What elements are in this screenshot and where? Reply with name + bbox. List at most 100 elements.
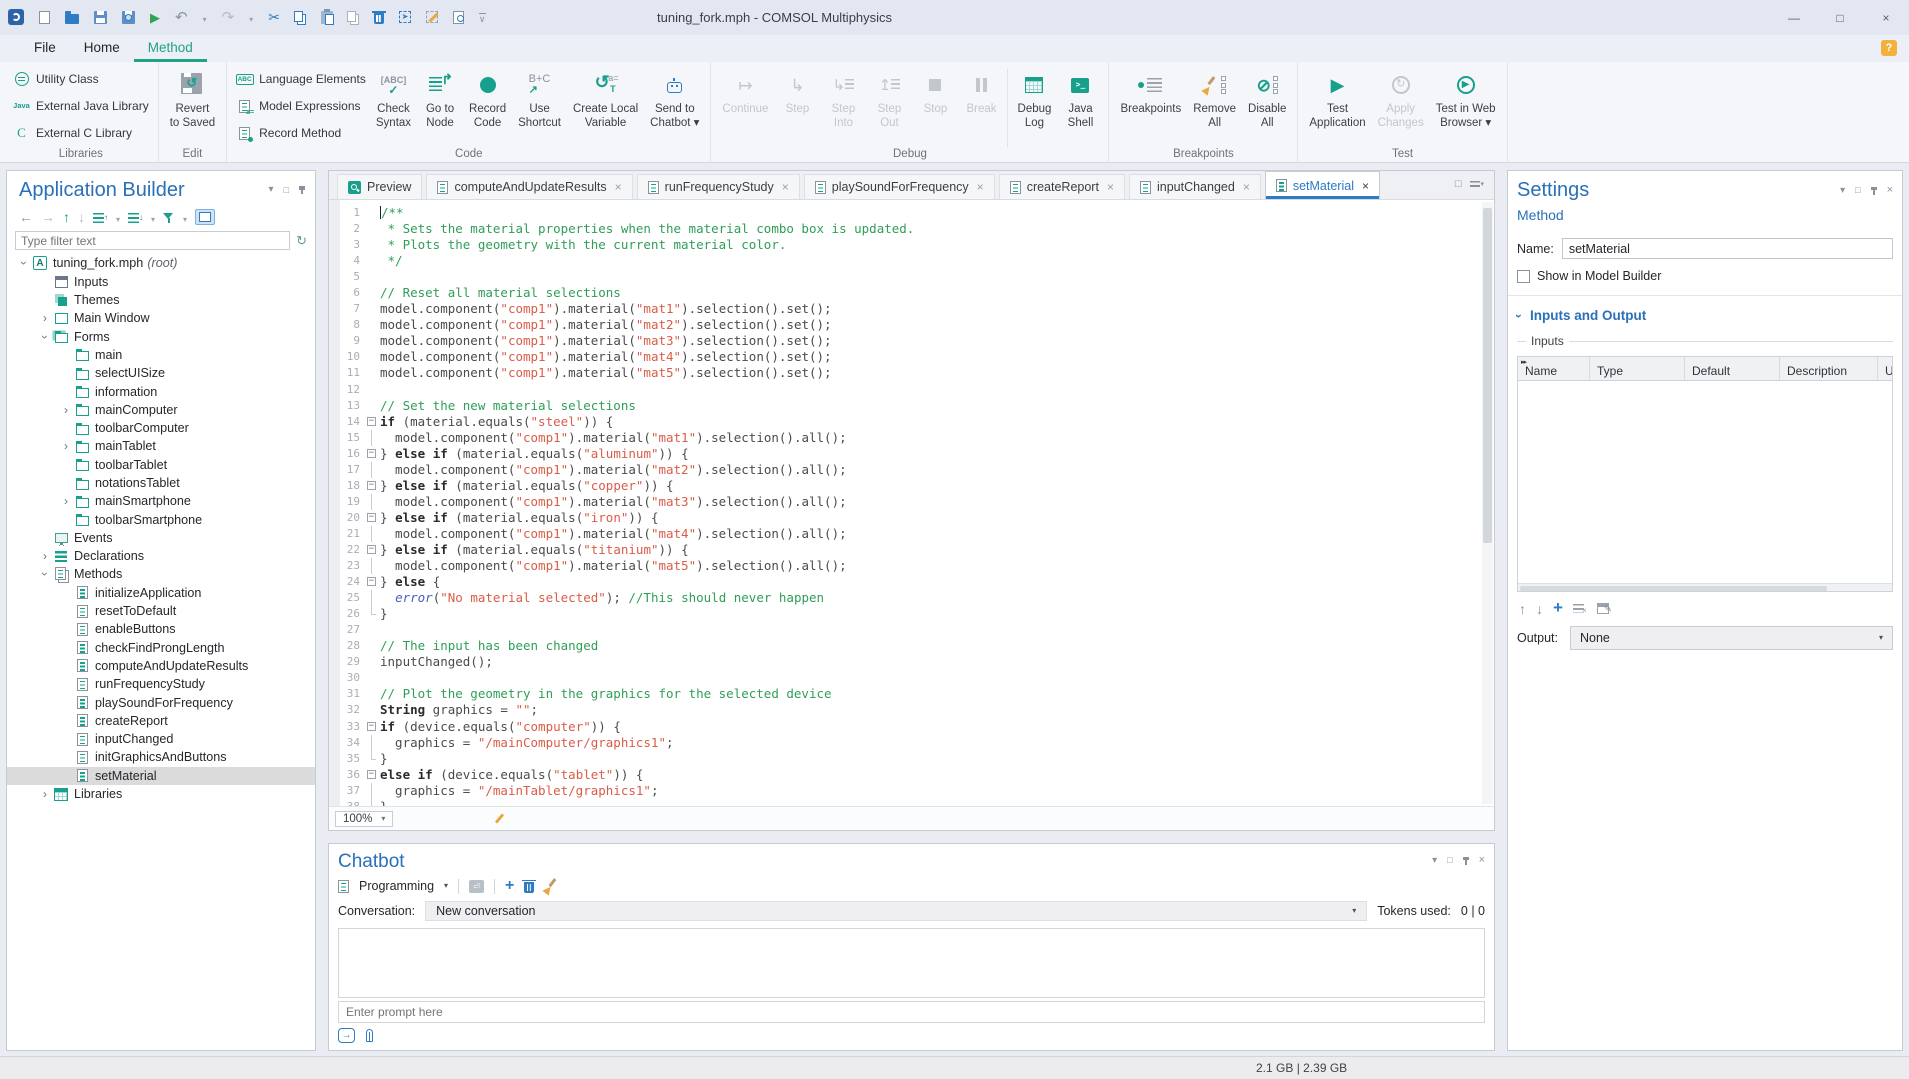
ribbon-tab-method[interactable]: Method [134, 35, 207, 62]
tree-item-inputs[interactable]: Inputs [7, 273, 315, 291]
utility-class-button[interactable]: Utility Class [13, 67, 149, 91]
close-tab-icon[interactable]: × [977, 180, 984, 194]
chatbot-mode-value[interactable]: Programming [359, 879, 434, 893]
editor-tab-list-icon[interactable]: ▾ [1470, 179, 1484, 190]
float-panel-icon[interactable]: □ [1447, 856, 1452, 865]
breakpoints-button[interactable]: Breakpoints [1114, 65, 1187, 147]
show-in-model-builder-checkbox[interactable] [1517, 270, 1530, 283]
close-tab-icon[interactable]: × [1243, 180, 1250, 194]
collapse-ribbon-icon[interactable]: ∨ [479, 9, 486, 27]
float-panel-icon[interactable]: □ [284, 186, 289, 195]
tree-item-themes[interactable]: Themes [7, 291, 315, 309]
tree-expander-icon[interactable]: › [59, 403, 73, 417]
record-method-button[interactable]: Record Method [236, 121, 366, 145]
table-header-description[interactable]: Description [1780, 357, 1878, 380]
move-down-icon[interactable]: ↓ [1536, 602, 1543, 616]
model-toggle-icon[interactable] [195, 208, 215, 225]
check-syntax-button[interactable]: [ABC]✓CheckSyntax [370, 65, 417, 147]
tree-item-checkfindpronglength[interactable]: checkFindProngLength [7, 639, 315, 657]
panel-menu-icon[interactable]: ▾ [1432, 856, 1437, 866]
tree-item-enablebuttons[interactable]: enableButtons [7, 620, 315, 638]
panel-menu-icon[interactable]: ▾ [269, 185, 274, 195]
breakpoint-margin[interactable] [329, 200, 340, 806]
tree-expander-icon[interactable]: › [38, 330, 52, 344]
goto-node-button[interactable]: ↱Go toNode [417, 65, 463, 147]
tree-item-notationstablet[interactable]: notationsTablet [7, 474, 315, 492]
model-expressions-button[interactable]: a=Model Expressions [236, 94, 366, 118]
output-dropdown[interactable]: None ▾ [1570, 626, 1893, 650]
clear-selection-icon[interactable] [426, 9, 438, 27]
duplicate-icon[interactable] [348, 9, 359, 27]
editor-tab-runfrequencystudy[interactable]: runFrequencyStudy× [637, 174, 800, 199]
close-tab-icon[interactable]: × [782, 180, 789, 194]
undo-icon[interactable]: ↶ [175, 9, 188, 27]
run-icon[interactable]: ▶ [150, 9, 160, 27]
delete-icon[interactable] [374, 9, 384, 27]
disable-all-button[interactable]: ⊘DisableAll [1242, 65, 1292, 147]
table-header-default[interactable]: Default [1685, 357, 1780, 380]
minimize-button[interactable]: — [1771, 0, 1817, 35]
move-up-icon[interactable]: ↑ [63, 209, 70, 225]
float-panel-icon[interactable]: □ [1855, 186, 1860, 195]
editor-vertical-scrollbar[interactable] [1482, 202, 1493, 804]
forward-icon[interactable]: → [41, 209, 55, 225]
save-search-icon[interactable] [122, 9, 135, 27]
tree-expander-icon[interactable]: › [38, 567, 52, 581]
save-icon[interactable] [94, 9, 107, 27]
drop-icon[interactable]: ▾ [183, 209, 187, 225]
send-code-to-chatbot-icon[interactable]: ⏎ [469, 880, 484, 893]
ribbon-tab-file[interactable]: File [20, 35, 70, 62]
tree-item-computeandupdateresults[interactable]: computeAndUpdateResults [7, 657, 315, 675]
tree-expander-icon[interactable]: › [59, 439, 73, 453]
back-icon[interactable]: ← [19, 209, 33, 225]
tree-item-main-window[interactable]: ›Main Window [7, 309, 315, 327]
tree-item-libraries[interactable]: ›Libraries [7, 785, 315, 803]
clear-conversation-icon[interactable] [544, 879, 558, 894]
close-tab-icon[interactable]: × [1107, 180, 1114, 194]
move-down-icon[interactable]: ↓ [78, 209, 85, 225]
c-library-button[interactable]: CExternal C Library [13, 121, 149, 145]
editor-zoom-dropdown[interactable]: 100% ▾ [335, 811, 393, 827]
cut-icon[interactable]: ✂ [268, 9, 280, 27]
refresh-filter-icon[interactable]: ↻ [296, 234, 307, 247]
tree-item-mainsmartphone[interactable]: ›mainSmartphone [7, 492, 315, 510]
tree-expander-icon[interactable]: › [59, 494, 73, 508]
table-header-ur[interactable]: Ur [1878, 357, 1892, 380]
paste-icon[interactable] [321, 9, 333, 27]
editor-tab-playsoundforfrequency[interactable]: playSoundForFrequency× [804, 174, 995, 199]
inputs-table-body[interactable] [1518, 381, 1892, 583]
move-up-icon[interactable]: ↑ [1519, 602, 1526, 616]
copy-icon[interactable] [295, 9, 306, 27]
ribbon-tab-home[interactable]: Home [70, 35, 134, 62]
tree-item-selectuisize[interactable]: selectUISize [7, 364, 315, 382]
tree-item-resettodefault[interactable]: resetToDefault [7, 602, 315, 620]
collapse-all-icon[interactable]: ↓ [128, 209, 143, 225]
add-input-icon[interactable]: + [1553, 599, 1563, 616]
tree-item-toolbartablet[interactable]: toolbarTablet [7, 456, 315, 474]
use-shortcut-button[interactable]: B+C↗UseShortcut [512, 65, 567, 147]
drop-icon[interactable]: ▾ [116, 209, 120, 225]
tree-item-toolbarsmartphone[interactable]: toolbarSmartphone [7, 510, 315, 528]
chat-prompt-input[interactable] [338, 1001, 1485, 1023]
table-horizontal-scrollbar[interactable] [1518, 583, 1892, 591]
editor-tab-createreport[interactable]: createReport× [999, 174, 1125, 199]
tree-item-maincomputer[interactable]: ›mainComputer [7, 401, 315, 419]
test-web-browser-button[interactable]: ▶Test in WebBrowser ▾ [1430, 65, 1502, 147]
table-header-type[interactable]: Type [1590, 357, 1685, 380]
drop-icon[interactable]: ▾ [151, 209, 155, 225]
tree-expander-icon[interactable]: › [38, 787, 52, 801]
tree-item-information[interactable]: information [7, 382, 315, 400]
revert-to-saved-button[interactable]: ↺Revertto Saved [164, 65, 221, 147]
edit-table-icon[interactable]: ✎ [1597, 602, 1612, 615]
drop-icon[interactable]: ▾ [249, 9, 253, 27]
filter-icon[interactable] [163, 209, 175, 225]
tree-item-initializeapplication[interactable]: initializeApplication [7, 584, 315, 602]
editor-tab-preview[interactable]: Preview [337, 174, 422, 199]
editor-tab-computeandupdateresults[interactable]: computeAndUpdateResults× [426, 174, 632, 199]
conversation-dropdown[interactable]: New conversation ▾ [425, 901, 1367, 921]
close-button[interactable]: × [1863, 0, 1909, 35]
send-prompt-icon[interactable]: → [338, 1028, 355, 1043]
tree-item-toolbarcomputer[interactable]: toolbarComputer [7, 419, 315, 437]
method-name-input[interactable] [1562, 238, 1893, 259]
drop-icon[interactable]: ▾ [203, 9, 207, 27]
